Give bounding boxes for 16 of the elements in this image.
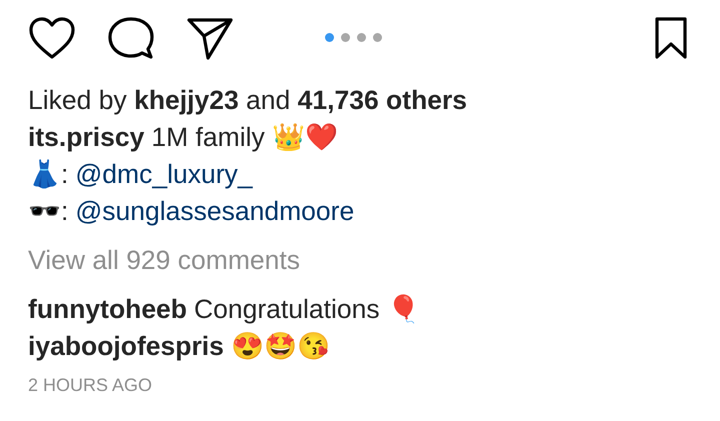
send-icon[interactable] — [186, 16, 234, 60]
username[interactable]: iyaboojofespris — [28, 328, 224, 365]
comment-text: 😍🤩😘 — [230, 330, 330, 363]
likes-text: Liked by khejjy23 and 41,736 others — [28, 84, 468, 117]
caption-text: 1M family 👑❤ — [151, 121, 338, 154]
mention-link[interactable]: @dmc_luxury_ — [75, 156, 253, 193]
mention-link[interactable]: @sunglassesandmoore — [75, 193, 354, 230]
comment-icon[interactable] — [108, 16, 154, 60]
credit-label: 👗: — [28, 158, 68, 191]
heart-icon[interactable] — [28, 16, 76, 60]
username[interactable]: its.priscy — [28, 119, 144, 156]
username[interactable]: funnytoheeb — [28, 291, 187, 328]
bookmark-icon[interactable] — [654, 16, 688, 60]
comment-text: Congratulations 🎈 — [194, 293, 420, 326]
credit-label: 🕶: — [28, 195, 68, 228]
timestamp: 2 HOURS AGO — [28, 374, 152, 397]
